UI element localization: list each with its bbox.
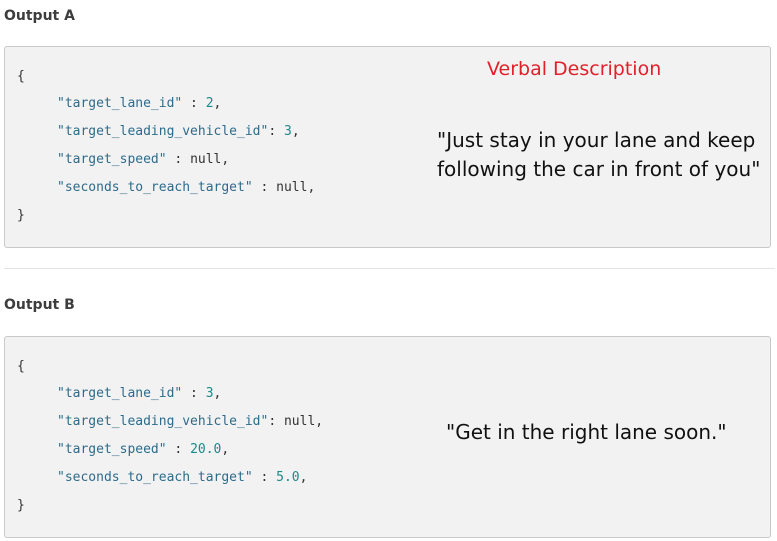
output-b-close-brace: } xyxy=(17,498,25,513)
output-a-close-brace: } xyxy=(17,208,25,223)
json-comma: , xyxy=(291,124,300,139)
output-b-line-target-speed: "target_speed" : 20.0, xyxy=(57,442,229,458)
json-comma: , xyxy=(299,470,308,485)
json-value: 5.0 xyxy=(276,470,300,485)
json-separator: : xyxy=(166,152,191,167)
json-key: "target_leading_vehicle_id" xyxy=(57,414,269,429)
json-comma: , xyxy=(315,414,324,429)
json-key: "target_lane_id" xyxy=(57,386,183,401)
json-key: "target_speed" xyxy=(57,442,167,457)
json-comma: , xyxy=(213,96,222,111)
json-separator: : xyxy=(182,386,206,401)
json-comma: , xyxy=(221,152,230,167)
output-b-line-seconds-to-reach-target: "seconds_to_reach_target" : 5.0, xyxy=(57,470,307,486)
output-b-verbal-quote: "Get in the right lane soon." xyxy=(446,420,727,444)
output-a-line-seconds-to-reach-target: "seconds_to_reach_target" : null, xyxy=(57,180,315,196)
json-value: null xyxy=(190,152,222,167)
output-a-line-target-speed: "target_speed" : null, xyxy=(57,152,229,168)
json-value: 3 xyxy=(283,124,292,139)
json-key: "seconds_to_reach_target" xyxy=(57,470,253,485)
json-value: 2 xyxy=(205,96,214,111)
json-value: 20.0 xyxy=(190,442,222,457)
output-a-line-target-leading-vehicle-id: "target_leading_vehicle_id": 3, xyxy=(57,124,300,140)
json-key: "target_speed" xyxy=(57,152,167,167)
output-b-line-target-lane-id: "target_lane_id" : 3, xyxy=(57,386,221,402)
json-value: 3 xyxy=(205,386,214,401)
verbal-description-heading: Verbal Description xyxy=(487,58,662,80)
json-separator: : xyxy=(182,96,206,111)
section-divider xyxy=(4,268,775,269)
output-b-title: Output B xyxy=(4,297,75,313)
json-comma: , xyxy=(213,386,222,401)
output-a-line-target-lane-id: "target_lane_id" : 2, xyxy=(57,96,221,112)
output-a-open-brace: { xyxy=(17,69,25,84)
json-separator: : xyxy=(268,414,284,429)
output-a-verbal-quote: "Just stay in your lane and keep followi… xyxy=(437,128,761,181)
json-separator: : xyxy=(166,442,191,457)
output-b-line-target-leading-vehicle-id: "target_leading_vehicle_id": null, xyxy=(57,414,323,430)
json-comma: , xyxy=(221,442,230,457)
json-separator: : xyxy=(268,124,284,139)
json-value: null xyxy=(283,414,316,429)
output-a-title: Output A xyxy=(4,8,75,24)
json-key: "target_lane_id" xyxy=(57,96,183,111)
json-value: null xyxy=(276,180,308,195)
json-comma: , xyxy=(307,180,316,195)
json-key: "seconds_to_reach_target" xyxy=(57,180,253,195)
json-key: "target_leading_vehicle_id" xyxy=(57,124,269,139)
json-separator: : xyxy=(252,470,277,485)
json-separator: : xyxy=(252,180,277,195)
output-b-open-brace: { xyxy=(17,359,25,374)
